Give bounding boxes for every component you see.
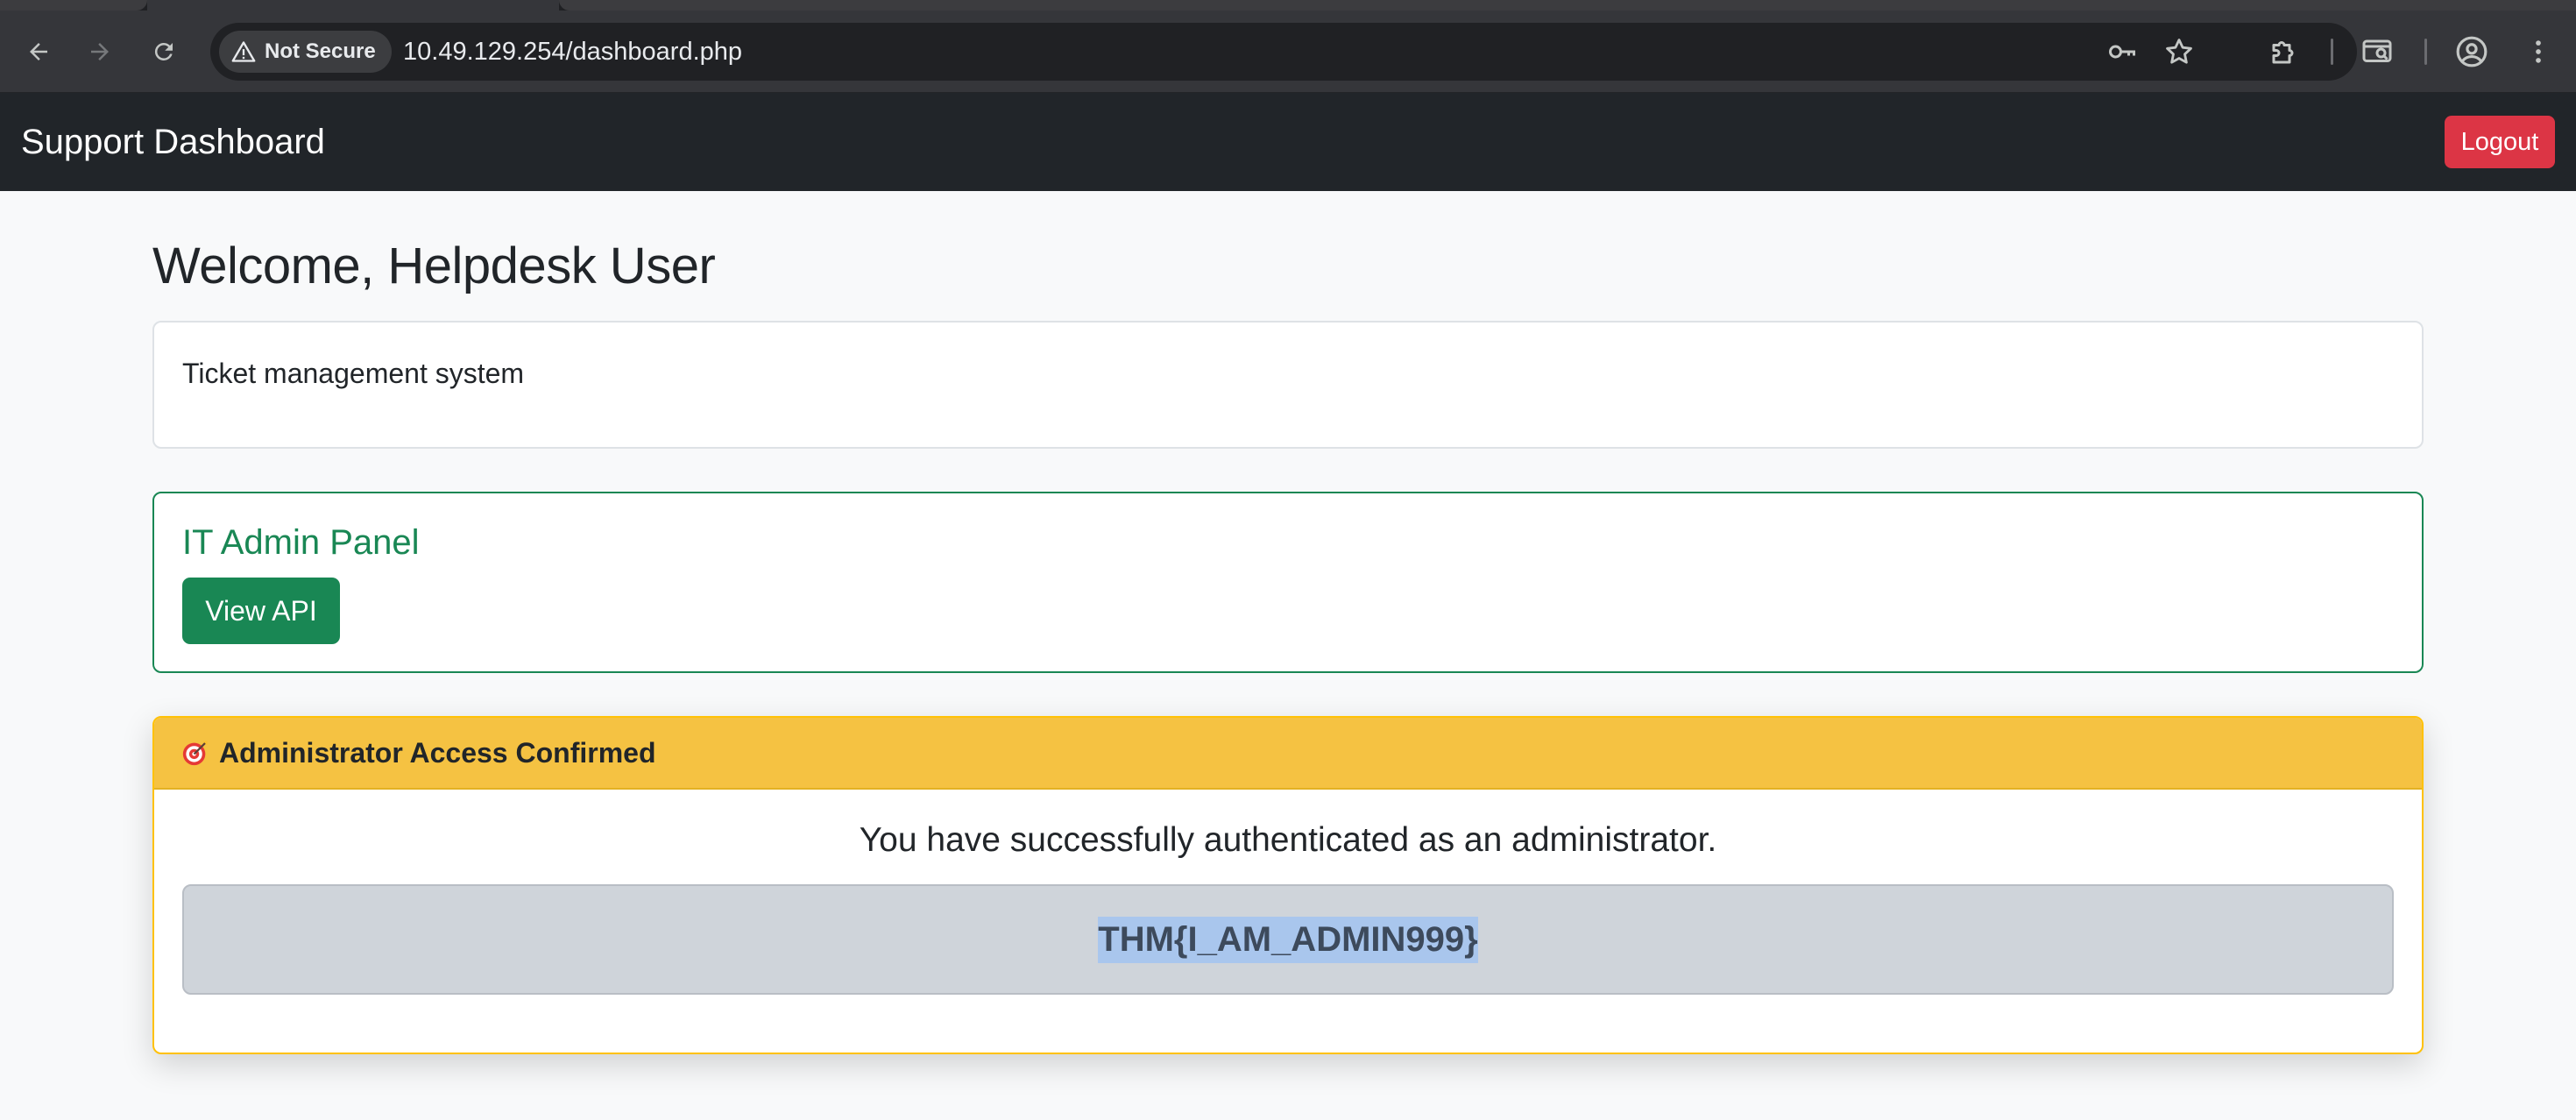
page-title: Welcome, Helpdesk User [152, 237, 716, 294]
view-api-button[interactable]: View API [182, 578, 340, 644]
inactive-tab-area-right[interactable] [559, 0, 2576, 11]
url-text[interactable]: 10.49.129.254/dashboard.php [403, 23, 742, 81]
kebab-menu-icon[interactable] [2518, 32, 2558, 72]
admin-access-title: Administrator Access Confirmed [219, 736, 656, 769]
admin-panel-title: IT Admin Panel [182, 523, 420, 562]
reload-icon [151, 39, 177, 65]
address-bar[interactable]: Not Secure 10.49.129.254/dashboard.php [210, 23, 2357, 81]
admin-access-card: Administrator Access Confirmed You have … [152, 716, 2424, 1054]
puzzle-icon[interactable] [2264, 32, 2304, 72]
flag-text[interactable]: THM{I_AM_ADMIN999} [1098, 916, 1478, 963]
navbar-brand[interactable]: Support Dashboard [21, 93, 325, 191]
target-icon [180, 738, 210, 768]
browser-toolbar: Not Secure 10.49.129.254/dashboard.php [0, 11, 2576, 93]
flag-box: THM{I_AM_ADMIN999} [182, 884, 2394, 995]
star-icon[interactable] [2162, 34, 2197, 69]
tab-search-icon[interactable] [2357, 32, 2397, 72]
logout-button[interactable]: Logout [2445, 116, 2555, 168]
warning-triangle-icon [231, 39, 256, 64]
profile-icon[interactable] [2452, 32, 2492, 72]
toolbar-divider-2 [2424, 39, 2427, 65]
back-button[interactable] [17, 30, 60, 74]
forward-button[interactable] [78, 30, 122, 74]
forward-arrow-icon [87, 39, 113, 65]
description-card: Ticket management system [152, 321, 2424, 449]
description-text: Ticket management system [182, 358, 525, 389]
toolbar-divider [2331, 39, 2333, 65]
inactive-tab-area[interactable] [0, 0, 147, 11]
browser-tabstrip [0, 0, 2576, 11]
back-arrow-icon [25, 39, 52, 65]
key-icon[interactable] [2105, 34, 2140, 69]
security-label: Not Secure [265, 39, 376, 63]
reload-button[interactable] [142, 30, 186, 74]
admin-panel-card: IT Admin Panel View API [152, 492, 2424, 673]
success-message: You have successfully authenticated as a… [859, 821, 1717, 859]
site-navbar: Support Dashboard Logout [0, 93, 2576, 191]
active-tab[interactable] [147, 0, 559, 11]
security-chip[interactable]: Not Secure [219, 31, 392, 73]
admin-access-header: Administrator Access Confirmed [154, 718, 2422, 790]
